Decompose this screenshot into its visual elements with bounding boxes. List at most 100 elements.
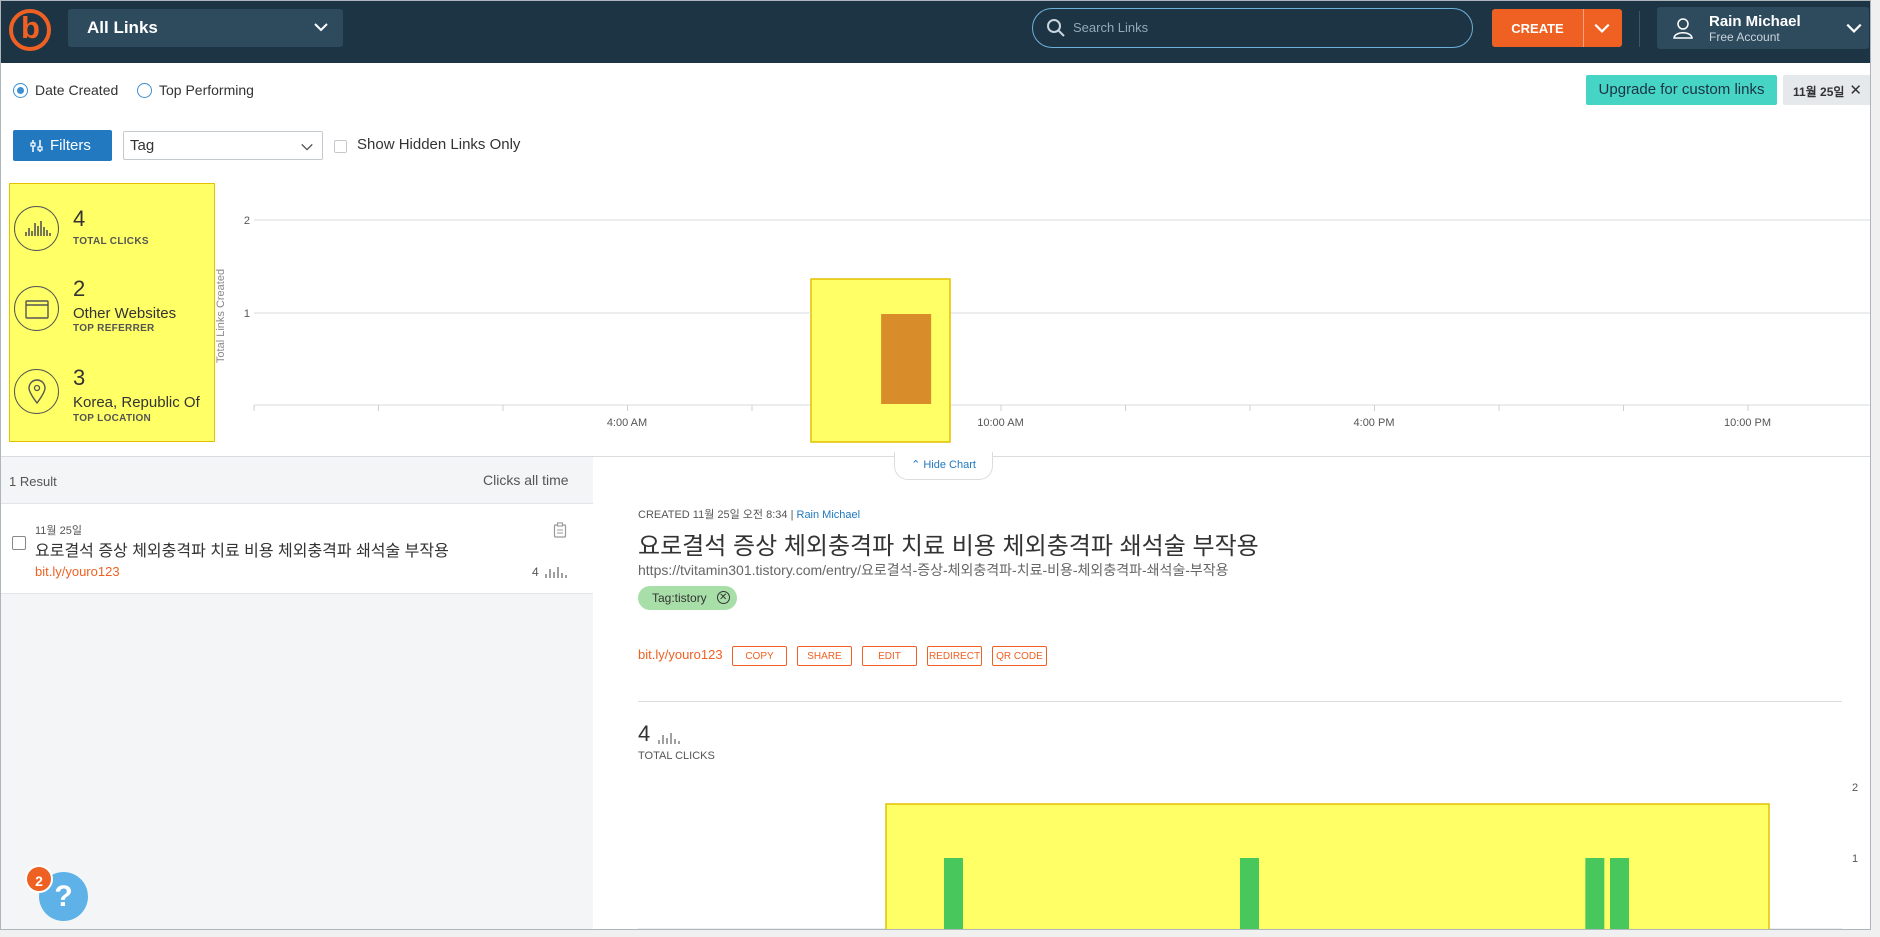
- create-label: CREATE: [1511, 21, 1564, 36]
- list-item-date: 11월 25일: [35, 525, 82, 537]
- sort-top-performing-label: Top Performing: [159, 82, 254, 98]
- hidden-links-checkbox[interactable]: [334, 140, 347, 153]
- user-name: Rain Michael: [1709, 13, 1801, 30]
- chevron-down-icon[interactable]: [1593, 19, 1611, 37]
- total-clicks-value: 4: [73, 206, 86, 231]
- sliders-icon: [30, 140, 43, 152]
- chart-bar: [944, 858, 963, 929]
- view-selector-dropdown[interactable]: All Links: [68, 9, 343, 47]
- tag-select[interactable]: Tag: [123, 131, 323, 160]
- link-detail-pane: CREATED 11월 25일 오전 8:34 | Rain Michael 요…: [638, 457, 1870, 929]
- clicks-chart-icon: [14, 206, 59, 251]
- filters-label: Filters: [50, 137, 91, 154]
- tag-chip[interactable]: Tag:tistory ✕: [638, 586, 737, 610]
- list-item-checkbox[interactable]: [12, 536, 26, 550]
- y-axis-label: Total Links Created: [216, 269, 227, 363]
- copy-button[interactable]: COPY: [732, 646, 787, 666]
- filters-button[interactable]: Filters: [13, 130, 112, 161]
- stats-summary-panel: 4 TOTAL CLICKS 2 Other Websites TOP REFE…: [9, 183, 215, 442]
- created-separator: |: [790, 509, 794, 521]
- top-referrer-count: 2: [73, 276, 86, 301]
- location-pin-icon: [14, 369, 59, 414]
- user-account-type: Free Account: [1709, 30, 1780, 44]
- chart-bar: [1240, 858, 1259, 929]
- created-date: CREATED 11월 25일 오전 8:34: [638, 509, 788, 521]
- close-icon[interactable]: ✕: [1849, 81, 1862, 99]
- list-item-click-count: 4: [532, 565, 539, 579]
- date-filter-label: 11월 25일: [1793, 85, 1845, 99]
- top-bar: All Links Search Links CREATE Rain Micha…: [1, 1, 1870, 63]
- search-icon: [1047, 19, 1065, 37]
- x-tick-label: 4:00 PM: [1354, 417, 1395, 429]
- edit-button[interactable]: EDIT: [862, 646, 917, 666]
- view-selector-label: All Links: [87, 18, 158, 37]
- radio-selected-icon: [13, 83, 28, 98]
- create-button[interactable]: CREATE: [1492, 9, 1622, 47]
- bitly-logo[interactable]: [9, 9, 51, 51]
- create-divider: [1583, 9, 1584, 47]
- creator-name[interactable]: Rain Michael: [797, 509, 861, 521]
- x-tick-label: 4:00 AM: [607, 417, 647, 429]
- user-menu[interactable]: Rain Michael Free Account: [1657, 7, 1869, 49]
- total-clicks-caption: TOTAL CLICKS: [73, 236, 149, 247]
- upgrade-button[interactable]: Upgrade for custom links: [1586, 75, 1777, 105]
- clicks-over-time-chart: 218:00 PM8:00 AM8:00 PM8:00 AM: [638, 767, 1870, 929]
- link-title: 요로결석 증상 체외충격파 치료 비용 체외충격파 쇄석술 부작용: [638, 533, 1259, 560]
- top-referrer-caption: TOP REFERRER: [73, 323, 155, 334]
- redirect-button[interactable]: REDIRECT: [927, 646, 982, 666]
- detail-total-clicks-caption: TOTAL CLICKS: [638, 750, 715, 762]
- window-shadow-right: [1871, 0, 1880, 937]
- clicks-chart-icon: [658, 733, 680, 744]
- tag-chip-label: Tag:tistory: [652, 591, 707, 605]
- detail-short-link[interactable]: bit.ly/youro123: [638, 647, 723, 662]
- chart-bar: [1610, 858, 1629, 929]
- top-location-caption: TOP LOCATION: [73, 413, 152, 424]
- search-input[interactable]: Search Links: [1032, 8, 1473, 48]
- chevron-down-icon: [314, 23, 328, 32]
- notification-badge: 2: [25, 865, 53, 893]
- user-icon: [1673, 18, 1693, 39]
- clicks-all-time-label[interactable]: Clicks all time: [483, 472, 569, 488]
- y-tick-label: 1: [1852, 853, 1858, 865]
- highlight-box: [885, 803, 1770, 929]
- window-shadow-bottom: [0, 930, 1880, 937]
- remove-tag-icon[interactable]: ✕: [716, 591, 730, 604]
- clipboard-icon[interactable]: [553, 522, 567, 538]
- chart-bar: [1585, 858, 1605, 929]
- clicks-chart-icon: [545, 567, 567, 578]
- top-referrer-name: Other Websites: [73, 305, 177, 322]
- chart-bar: [881, 314, 932, 404]
- app-window: All Links Search Links CREATE Rain Micha…: [0, 0, 1871, 930]
- y-tick-label: 1: [244, 308, 250, 320]
- clicks-over-time-chart-svg: 218:00 PM8:00 AM8:00 PM8:00 AM: [638, 782, 1858, 929]
- hidden-links-label: Show Hidden Links Only: [357, 136, 521, 153]
- links-created-chart: 2 1 Total Links Created 4:00 AM 10:00 AM 4:00…: [216, 206, 1870, 446]
- created-info: CREATED 11월 25일 오전 8:34 | Rain Michael: [638, 506, 860, 522]
- x-tick-label: 10:00 AM: [977, 417, 1023, 429]
- qr-code-button[interactable]: QR CODE: [992, 646, 1047, 666]
- top-location-count: 3: [73, 365, 86, 390]
- sort-date-created-label: Date Created: [35, 82, 119, 98]
- list-header: 1 Result Clicks all time: [1, 457, 593, 504]
- y-tick-label: 2: [244, 215, 250, 227]
- date-filter-chip[interactable]: 11월 25일 ✕: [1783, 75, 1870, 105]
- radio-unselected-icon: [137, 83, 152, 98]
- result-count: 1 Result: [9, 474, 57, 489]
- links-list-pane: 1 Result Clicks all time 11월 25일 요로결석 증상…: [1, 457, 593, 929]
- y-tick-label: 2: [1852, 782, 1858, 794]
- chevron-down-icon: [301, 143, 313, 151]
- detail-divider: [638, 701, 1842, 702]
- x-tick-label: 10:00 PM: [1724, 417, 1771, 429]
- search-placeholder: Search Links: [1073, 20, 1149, 35]
- share-button[interactable]: SHARE: [797, 646, 852, 666]
- list-item[interactable]: 11월 25일 요로결석 증상 체외충격파 치료 비용 체외충격파 쇄석술 부작…: [1, 504, 593, 594]
- chevron-down-icon: [1846, 23, 1862, 33]
- tag-select-value: Tag: [130, 137, 155, 154]
- topbar-divider: [1639, 11, 1640, 47]
- links-created-chart-svg: 2 1 Total Links Created 4:00 AM 10:00 AM 4:00…: [216, 215, 1870, 443]
- long-url[interactable]: https://tvitamin301.tistory.com/entry/요로…: [638, 560, 1229, 580]
- top-location-name: Korea, Republic Of: [73, 394, 200, 411]
- list-item-short-link[interactable]: bit.ly/youro123: [35, 564, 120, 579]
- detail-total-clicks: 4: [638, 721, 651, 746]
- list-item-title[interactable]: 요로결석 증상 체외충격파 치료 비용 체외충격파 쇄석술 부작용: [35, 537, 449, 561]
